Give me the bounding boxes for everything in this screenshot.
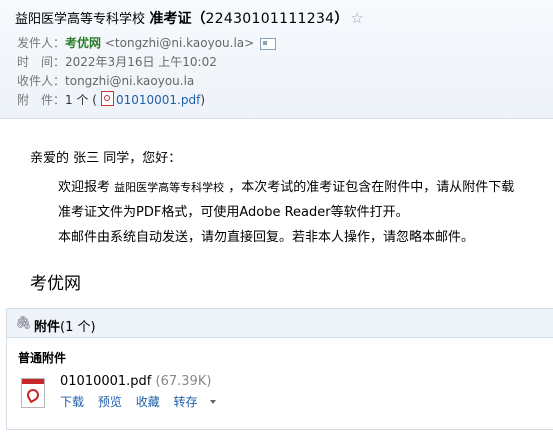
signature: 考优网 — [30, 274, 81, 294]
contact-card-icon[interactable] — [260, 37, 277, 50]
paperclip-icon: 🖇 — [15, 316, 32, 331]
time-value: 2022年3月16日 上午10:02 — [65, 55, 217, 69]
preview-link[interactable]: 预览 — [98, 395, 122, 409]
sender-email: <tongzhi@ni.kaoyou.la> — [104, 36, 255, 50]
para1-school: 益阳医学高等专科学校 — [114, 181, 225, 194]
attachment-file-size: (67.39K) — [155, 374, 212, 389]
attachments-title: 附件(1 个) — [34, 316, 96, 335]
subject-prefix: 准考证（ — [149, 11, 206, 27]
pdf-file-icon[interactable] — [21, 378, 45, 408]
attachments-count: (1 个) — [60, 320, 96, 335]
recipient-value: tongzhi@ni.kaoyou.la — [65, 74, 195, 88]
time-row: 时 间：2022年3月16日 上午10:02 — [17, 53, 217, 70]
normal-attachments-label: 普通附件 — [18, 351, 67, 365]
attachment-actions: 下载 预览 收藏 转存 — [60, 393, 236, 410]
save-to-link[interactable]: 转存 — [174, 395, 226, 409]
recipient-row: 收件人：tongzhi@ni.kaoyou.la — [17, 72, 194, 89]
paragraph-3: 本邮件由系统自动发送，请勿直接回复。若非本人操作，请忽略本邮件。 — [58, 230, 475, 245]
save-to-label: 转存 — [173, 395, 198, 409]
attachment-file: 01010001.pdf (67.39K) — [60, 374, 211, 389]
greeting: 亲爱的 张三 同学，您好： — [30, 151, 182, 166]
recipient-label: 收件人： — [17, 74, 66, 88]
attach-count: 1 个 ( — [65, 93, 97, 107]
para1-start: 欢迎报考 — [58, 180, 111, 195]
star-icon[interactable]: ☆ — [350, 9, 363, 27]
mail-subject: 益阳医学高等专科学校 准考证（22430101111234） ☆ — [15, 8, 364, 28]
subject-suffix: ） — [334, 11, 349, 27]
attach-file-link[interactable]: 01010001.pdf — [116, 93, 200, 107]
sender-name[interactable]: 考优网 — [65, 36, 101, 50]
favorite-link[interactable]: 收藏 — [136, 395, 160, 409]
attach-close: ) — [200, 93, 206, 107]
time-label: 时 间： — [17, 55, 66, 69]
chevron-down-icon — [209, 400, 216, 404]
attach-label: 附 件： — [17, 93, 66, 107]
subject-school: 益阳医学高等专科学校 — [15, 12, 146, 27]
download-link[interactable]: 下载 — [60, 395, 84, 409]
attachments-label: 附件 — [34, 320, 61, 335]
mail-header: 益阳医学高等专科学校 准考证（22430101111234） ☆ 发件人：考优网 … — [0, 0, 553, 119]
paragraph-2: 准考证文件为PDF格式，可使用Adobe Reader等软件打开。 — [58, 205, 409, 220]
attachment-row: 附 件：1 个 ( 01010001.pdf) — [17, 91, 205, 108]
paragraph-1: 欢迎报考 益阳医学高等专科学校 ，本次考试的准考证包含在附件中，请从附件下载 — [58, 176, 514, 195]
sender-label: 发件人： — [17, 36, 66, 50]
sender-row: 发件人：考优网 <tongzhi@ni.kaoyou.la> — [17, 34, 277, 51]
para1-end: ，本次考试的准考证包含在附件中，请从附件下载 — [228, 180, 515, 195]
attachments-bar: 🖇 附件(1 个) — [6, 308, 553, 338]
subject-number: 22430101111234 — [205, 11, 335, 27]
pdf-icon — [100, 91, 114, 106]
attachment-file-name[interactable]: 01010001.pdf — [60, 374, 151, 389]
